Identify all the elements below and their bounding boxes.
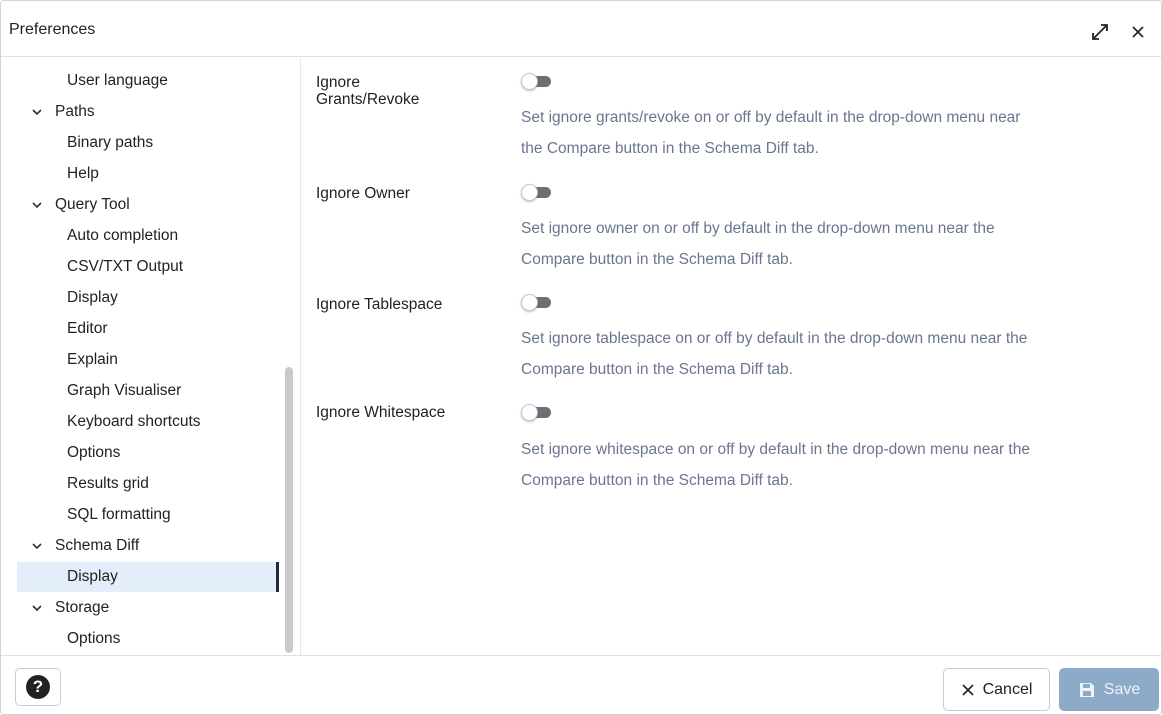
tree-item-label: Paths [55, 103, 95, 120]
preferences-tree: User language Paths Binary paths Help Qu… [1, 58, 301, 655]
preferences-dialog: Preferences User language Paths Binary p… [0, 0, 1162, 715]
ignore-tablespace-toggle[interactable] [521, 294, 551, 311]
setting-description: Set ignore whitespace on or off by defau… [521, 441, 1030, 489]
maximize-button[interactable] [1087, 19, 1113, 45]
tree-item-label: Editor [67, 320, 108, 337]
expand-diagonal-icon [1092, 24, 1108, 40]
setting-label-ignore-grants-revoke: Ignore Grants/Revoke [316, 74, 420, 108]
ignore-grants-revoke-toggle[interactable] [521, 73, 551, 90]
save-label: Save [1103, 680, 1141, 698]
tree-item-query-tool-options[interactable]: Options [17, 438, 279, 468]
toggle-knob [521, 294, 538, 311]
tree-item-binary-paths[interactable]: Binary paths [17, 128, 279, 158]
tree-item-paths[interactable]: Paths [17, 97, 279, 127]
tree-item-csv-txt-output[interactable]: CSV/TXT Output [17, 252, 279, 282]
save-button[interactable]: Save [1059, 668, 1159, 711]
tree-item-query-tool[interactable]: Query Tool [17, 190, 279, 220]
tree-item-label: Display [67, 568, 118, 585]
tree-item-label: Storage [55, 599, 110, 616]
tree-item-label: Display [67, 289, 118, 306]
help-button[interactable]: ? [15, 668, 61, 706]
tree-item-label: Schema Diff [55, 537, 140, 554]
tree-item-storage[interactable]: Storage [17, 593, 279, 623]
tree-item-label: Keyboard shortcuts [67, 413, 201, 430]
tree-item-label: Options [67, 444, 121, 461]
setting-label-ignore-whitespace: Ignore Whitespace [316, 404, 446, 421]
chevron-down-icon[interactable] [31, 602, 43, 614]
close-button[interactable] [1125, 19, 1151, 45]
toggle-knob [521, 404, 538, 421]
setting-description: Set ignore owner on or off by default in… [521, 220, 995, 268]
tree-item-sql-formatting[interactable]: SQL formatting [17, 500, 279, 530]
tree-item-label: Query Tool [55, 196, 130, 213]
tree-item-label: User language [67, 72, 168, 89]
setting-description: Set ignore grants/revoke on or off by de… [521, 109, 1021, 157]
toggle-knob [521, 73, 538, 90]
tree-item-graph-visualiser[interactable]: Graph Visualiser [17, 376, 279, 406]
close-icon [1132, 26, 1144, 38]
setting-label-ignore-owner: Ignore Owner [316, 185, 410, 202]
ignore-owner-toggle[interactable] [521, 184, 551, 201]
dialog-title: Preferences [9, 21, 96, 38]
floppy-disk-icon [1079, 682, 1094, 697]
tree-item-label: CSV/TXT Output [67, 258, 184, 275]
dialog-titlebar: Preferences [1, 1, 1161, 57]
tree-item-keyboard-shortcuts[interactable]: Keyboard shortcuts [17, 407, 279, 437]
tree-item-storage-options[interactable]: Options [17, 624, 279, 654]
tree-item-label: Auto completion [67, 227, 179, 244]
tree-item-label: Help [67, 165, 99, 182]
chevron-down-icon[interactable] [31, 106, 43, 118]
tree-item-schema-diff-display[interactable]: Display [17, 562, 279, 592]
tree-item-schema-diff[interactable]: Schema Diff [17, 531, 279, 561]
cancel-label: Cancel [982, 680, 1033, 698]
sidebar-scrollbar-thumb[interactable] [285, 367, 293, 653]
tree-item-explain[interactable]: Explain [17, 345, 279, 375]
tree-item-label: Graph Visualiser [67, 382, 182, 399]
tree-item-label: Binary paths [67, 134, 154, 151]
dialog-footer: ? Cancel Save [1, 655, 1161, 714]
toggle-knob [521, 184, 538, 201]
tree-item-label: Explain [67, 351, 118, 368]
help-circle-icon: ? [26, 675, 50, 699]
tree-item-help[interactable]: Help [17, 159, 279, 189]
setting-label-ignore-tablespace: Ignore Tablespace [316, 296, 443, 313]
setting-description: Set ignore tablespace on or off by defau… [521, 330, 1028, 378]
chevron-down-icon[interactable] [31, 540, 43, 552]
tree-item-results-grid[interactable]: Results grid [17, 469, 279, 499]
ignore-whitespace-toggle[interactable] [521, 404, 551, 421]
close-icon [962, 683, 974, 696]
cancel-button[interactable]: Cancel [943, 668, 1050, 711]
tree-item-label: Options [67, 630, 121, 647]
tree-item-auto-completion[interactable]: Auto completion [17, 221, 279, 251]
tree-item-label: SQL formatting [67, 506, 171, 523]
tree-item-label: Results grid [67, 475, 149, 492]
settings-panel: Ignore Grants/Revoke Set ignore grants/r… [302, 58, 1161, 655]
chevron-down-icon[interactable] [31, 199, 43, 211]
tree-item-editor[interactable]: Editor [17, 314, 279, 344]
tree-item-query-tool-display[interactable]: Display [17, 283, 279, 313]
tree-item-user-language[interactable]: User language [17, 66, 279, 96]
